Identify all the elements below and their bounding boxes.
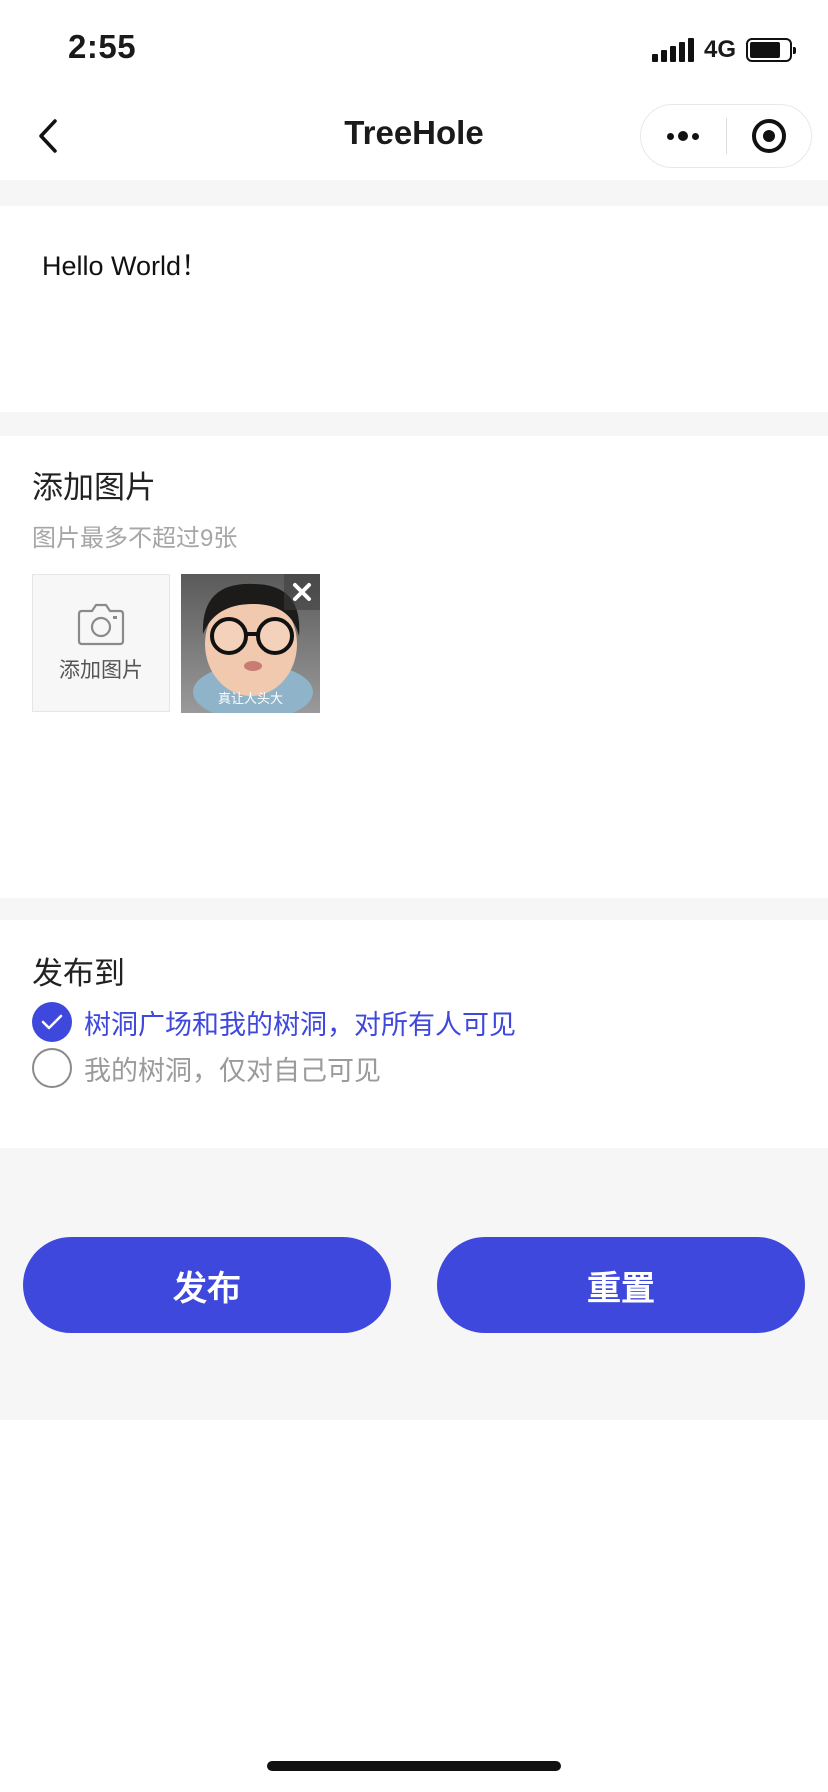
option-private-label: 我的树洞，仅对自己可见	[84, 1055, 381, 1086]
section-divider	[0, 180, 828, 206]
post-textarea[interactable]: Hello World！	[42, 244, 782, 283]
post-text-section: Hello World！	[0, 206, 828, 412]
add-image-button[interactable]: 添加图片	[32, 574, 170, 712]
home-indicator[interactable]	[267, 1761, 561, 1771]
remove-icon	[293, 583, 311, 601]
image-thumbnail[interactable]: 真让人头大	[181, 574, 320, 713]
image-section-title: 添加图片	[32, 470, 156, 505]
radio-checked-icon	[32, 1002, 72, 1042]
status-indicators: 4G	[651, 36, 796, 64]
reset-button[interactable]: 重置	[437, 1237, 805, 1333]
publish-target-section: 发布到 树洞广场和我的树洞，对所有人可见 我的树洞，仅对自己可见	[0, 920, 828, 1148]
battery-icon	[746, 38, 796, 62]
option-public[interactable]: 树洞广场和我的树洞，对所有人可见	[32, 1002, 516, 1042]
thumbnail-caption: 真让人头大	[217, 691, 283, 706]
close-button[interactable]	[727, 105, 812, 167]
image-section: 添加图片 图片最多不超过9张 添加图片 真让人头大	[0, 436, 828, 898]
camera-icon	[77, 603, 125, 646]
status-time: 2:55	[68, 28, 137, 65]
image-hint: 图片最多不超过9张	[32, 525, 238, 552]
status-bar: 2:55 4G	[0, 0, 828, 92]
publish-section-title: 发布到	[32, 956, 125, 991]
more-button[interactable]	[641, 105, 726, 167]
add-image-label: 添加图片	[59, 659, 143, 682]
option-private[interactable]: 我的树洞，仅对自己可见	[32, 1048, 381, 1088]
close-target-icon	[751, 119, 786, 153]
publish-button[interactable]: 发布	[23, 1237, 391, 1333]
nav-bar: TreeHole	[0, 92, 828, 180]
mini-program-capsule	[640, 104, 812, 168]
signal-icon	[651, 38, 694, 62]
option-public-label: 树洞广场和我的树洞，对所有人可见	[84, 1009, 516, 1040]
section-divider	[0, 412, 828, 436]
network-label: 4G	[703, 36, 736, 63]
section-divider	[0, 898, 828, 920]
action-area: 发布 重置	[0, 1148, 828, 1420]
more-dots-icon	[667, 131, 700, 141]
radio-unchecked-icon	[32, 1048, 72, 1088]
remove-image-button[interactable]	[284, 574, 320, 610]
